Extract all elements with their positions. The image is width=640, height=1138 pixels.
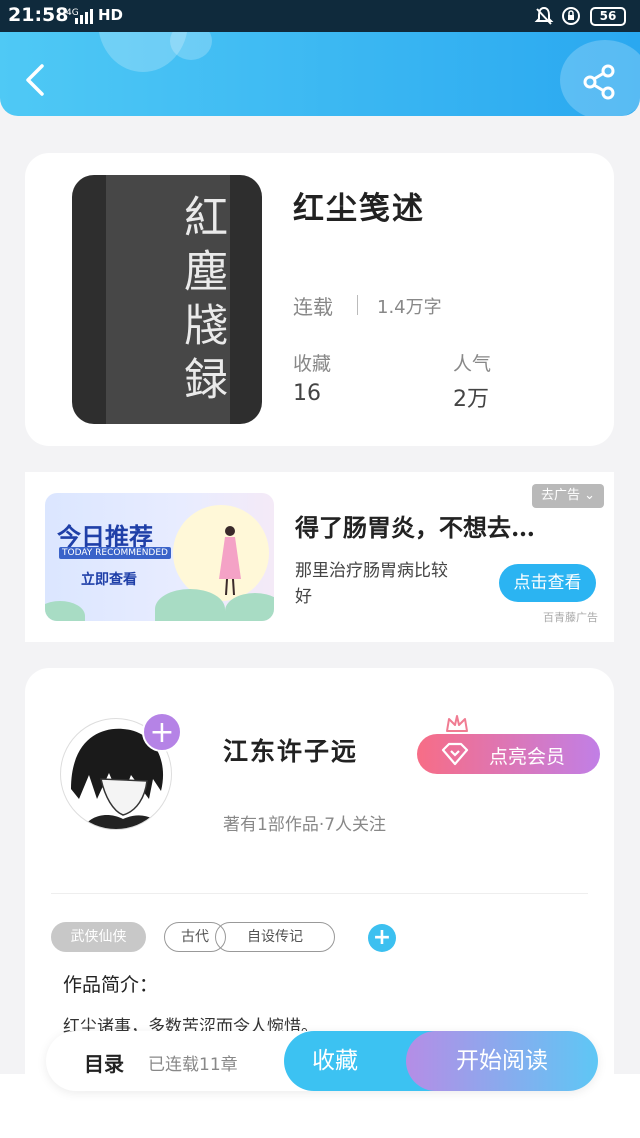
remove-ad-label: 去广告 [540,488,580,503]
signal-bars-icon [75,9,93,24]
status-time: 21:58 [8,4,69,26]
battery-indicator: 56 [590,7,626,26]
app-header: 21:58 4G HD 56 [0,0,640,116]
book-title: 红尘笺述 [293,191,425,227]
tag-wuxia[interactable]: 武侠仙侠 [51,922,146,952]
back-arrow-icon[interactable] [20,60,50,100]
follow-author-button[interactable]: + [142,712,182,752]
favorites-count: 16 [293,381,321,406]
tag-biography[interactable]: 自设传记 [215,922,335,952]
ad-source: 百青藤广告 [543,611,598,624]
add-tag-button[interactable]: + [368,924,396,952]
book-word-count: 1.4万字 [377,297,442,318]
lock-rotation-icon [562,7,580,25]
ad-description: 那里治疗肠胃病比较好 [295,561,448,607]
popularity-count: 2万 [453,387,489,412]
ad-view-button[interactable]: 点击查看 [499,564,596,602]
ad-hill-decoration [155,589,225,621]
popularity-label: 人气 [453,353,492,375]
mute-bell-icon [534,6,554,25]
book-info-card: 紅塵牋録 红尘笺述 连载 1.4万字 收藏 16 人气 2万 [25,153,614,446]
status-bar: 21:58 4G HD 56 [0,0,640,32]
crown-icon [446,715,468,732]
ad-title[interactable]: 得了肠胃炎，不想去… [295,508,595,543]
ad-banner[interactable]: 今日推荐 TODAY RECOMMENDED 立即查看 去广告 ⌄ 得了肠胃炎，… [25,472,614,642]
bottom-action-bar: 目录 已连载11章 收藏 开始阅读 [46,1031,598,1091]
chevron-down-icon: ⌄ [584,488,596,503]
cover-center-panel: 紅塵牋録 [106,175,230,424]
vip-button-label: 点亮会员 [489,746,566,768]
hd-indicator: HD [98,6,124,24]
ad-hill-decoration [45,601,85,621]
ad-image-button[interactable]: 立即查看 [81,569,137,589]
author-meta: 著有1部作品·7人关注 [223,815,387,835]
book-status: 连载 [293,295,333,319]
toc-button[interactable]: 目录 [84,1048,124,1077]
author-name[interactable]: 江东许子远 [223,732,358,768]
book-cover[interactable]: 紅塵牋録 [72,175,262,424]
intro-title: 作品简介： [63,974,159,996]
ad-girl-illustration [219,526,241,596]
remove-ad-button[interactable]: 去广告 ⌄ [532,484,604,508]
diamond-icon [441,742,469,766]
section-divider [51,893,588,894]
favorites-label: 收藏 [293,353,332,375]
ad-image[interactable]: 今日推荐 TODAY RECOMMENDED 立即查看 [45,493,274,621]
start-reading-button[interactable]: 开始阅读 [406,1031,598,1091]
chapter-count[interactable]: 已连载11章 [148,1050,238,1075]
cover-title: 紅塵牋録 [176,193,227,410]
share-icon[interactable] [580,62,620,102]
status-divider [357,295,358,315]
ad-image-subtitle: TODAY RECOMMENDED [59,547,171,559]
vip-button[interactable]: 点亮会员 [417,734,600,774]
